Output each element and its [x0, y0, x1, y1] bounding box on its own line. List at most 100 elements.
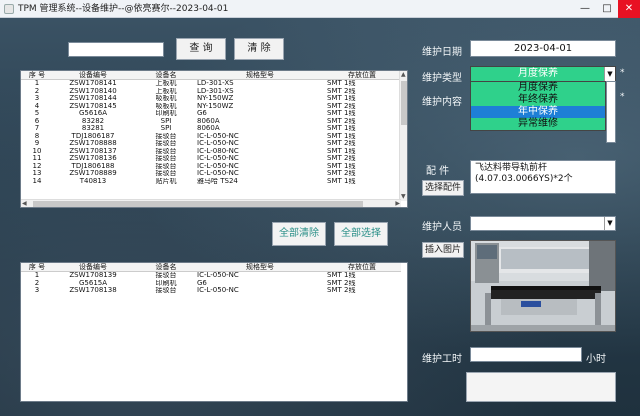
- equipment-table-vscroll[interactable]: ▲ ▼: [399, 71, 407, 201]
- table-cell: SPI: [160, 117, 172, 125]
- maintenance-date-field[interactable]: 2023-04-01: [470, 40, 616, 57]
- table-row[interactable]: 10 ZSW1708137 接驳台 IC-L-080-NC SMT 1线: [21, 148, 401, 156]
- scroll-left-icon[interactable]: ◀: [22, 200, 27, 207]
- conveyor-image: [471, 241, 615, 331]
- table-row[interactable]: 6 83282 SPI 8060A SMT 2线: [21, 118, 401, 126]
- table-cell: SPI: [160, 125, 172, 132]
- column-header[interactable]: 设备编号: [53, 71, 133, 79]
- table-cell: 1: [34, 80, 40, 87]
- table-cell: IC-L-050-NC: [197, 272, 239, 279]
- table-row[interactable]: 7 83281 SPI 8060A SMT 1线: [21, 125, 401, 133]
- table-row[interactable]: 3 ZSW1708144 吸板机 NY-150WZ SMT 1线: [21, 95, 401, 103]
- search-input[interactable]: [68, 42, 164, 57]
- maintenance-person-select[interactable]: ▼: [470, 216, 616, 231]
- scroll-down-icon[interactable]: ▼: [401, 193, 406, 201]
- column-header[interactable]: 规格型号: [197, 71, 323, 79]
- chevron-down-icon[interactable]: ▼: [604, 217, 615, 230]
- table-cell: NY-150WZ: [197, 95, 234, 102]
- table-cell: 接驳台: [155, 132, 177, 140]
- table-cell: IC-L-050-NC: [197, 140, 239, 147]
- scroll-right-icon[interactable]: ▶: [395, 200, 400, 207]
- table-cell: TDJ1806187: [71, 132, 115, 140]
- save-button[interactable]: [466, 372, 616, 402]
- column-header[interactable]: 规格型号: [197, 263, 323, 271]
- table-cell: SMT 2线: [327, 287, 356, 294]
- table-cell: 13: [32, 170, 42, 177]
- required-mark: *: [620, 68, 625, 78]
- clear-all-button[interactable]: 全部清除: [272, 222, 326, 246]
- table-cell: 6: [34, 117, 40, 125]
- maintenance-content-field[interactable]: [606, 81, 616, 143]
- column-header[interactable]: 设备名: [139, 263, 193, 271]
- close-button[interactable]: ✕: [618, 0, 640, 18]
- table-cell: TDJ1806188: [71, 162, 115, 170]
- app-icon: [4, 4, 14, 14]
- table-cell: 8: [34, 132, 40, 140]
- table-cell: ZSW1708139: [69, 272, 117, 279]
- table-row[interactable]: 5 G5616A 印刷机 G6 SMT 1线: [21, 110, 401, 118]
- table-cell: 接驳台: [155, 162, 177, 170]
- scroll-thumb[interactable]: [401, 81, 407, 125]
- table-cell: SMT 2线: [327, 140, 356, 147]
- column-header[interactable]: 设备名: [139, 71, 193, 79]
- table-cell: 83281: [81, 125, 105, 132]
- table-row[interactable]: 1 ZSW1708141 上板机 LD-301-XS SMT 1线: [21, 80, 401, 88]
- table-row[interactable]: 3 ZSW1708138 接驳台 IC-L-050-NC SMT 2线: [21, 287, 401, 295]
- table-cell: ZSW1708889: [69, 170, 117, 177]
- scroll-thumb[interactable]: [33, 201, 363, 207]
- column-header[interactable]: 序 号: [25, 71, 49, 79]
- table-cell: 83282: [81, 117, 105, 125]
- column-header[interactable]: 序 号: [25, 263, 49, 271]
- type-option-midyear[interactable]: 年中保养: [471, 106, 605, 118]
- table-row[interactable]: 11 ZSW1708136 接驳台 IC-L-050-NC SMT 2线: [21, 155, 401, 163]
- maintenance-person-label: 维护人员: [422, 222, 462, 233]
- table-cell: G5615A: [78, 279, 108, 287]
- table-row[interactable]: 1 ZSW1708139 接驳台 IC-L-050-NC SMT 1线: [21, 272, 401, 280]
- table-cell: SMT 1线: [327, 147, 356, 155]
- scroll-up-icon[interactable]: ▲: [401, 71, 406, 79]
- table-cell: 2: [34, 279, 40, 287]
- table-row[interactable]: 2 ZSW1708140 上板机 LD-301-XS SMT 2线: [21, 88, 401, 96]
- maintenance-hours-field[interactable]: [470, 347, 582, 362]
- table-cell: SMT 1线: [327, 95, 356, 102]
- table-header: 序 号设备编号 设备名 规格型号 存放位置: [21, 263, 401, 272]
- table-row[interactable]: 2 G5615A 印刷机 G6 SMT 2线: [21, 280, 401, 288]
- maintenance-type-value: 月度保养: [518, 68, 558, 79]
- table-cell: IC-L-050-NC: [197, 287, 239, 294]
- column-header[interactable]: 存放位置: [327, 263, 397, 271]
- column-header[interactable]: 设备编号: [53, 263, 133, 271]
- table-cell: SMT 1线: [327, 125, 356, 132]
- maximize-button[interactable]: □: [596, 0, 618, 18]
- table-cell: 4: [34, 102, 40, 110]
- minimize-button[interactable]: —: [574, 0, 596, 18]
- table-cell: 贴片机: [155, 177, 177, 185]
- table-row[interactable]: 4 ZSW1708145 吸板机 NY-150WZ SMT 2线: [21, 103, 401, 111]
- type-option-monthly[interactable]: 月度保养: [471, 82, 605, 94]
- parts-field[interactable]: 飞达料带导轨前杆 (4.07.03.0066YS)*2个: [470, 160, 616, 194]
- type-option-annual[interactable]: 年终保养: [471, 94, 605, 106]
- column-header[interactable]: 存放位置: [327, 71, 397, 79]
- table-row[interactable]: 9 ZSW1708888 接驳台 IC-L-050-NC SMT 2线: [21, 140, 401, 148]
- table-cell: SMT 2线: [327, 102, 356, 110]
- table-cell: G6: [197, 279, 207, 287]
- select-all-button[interactable]: 全部选择: [334, 222, 388, 246]
- table-row[interactable]: 8 TDJ1806187 接驳台 IC-L-050-NC SMT 1线: [21, 133, 401, 141]
- type-option-repair[interactable]: 异常维修: [471, 118, 605, 130]
- equipment-table-hscroll[interactable]: ◀ ▶: [21, 199, 401, 207]
- query-button[interactable]: 查 询: [176, 38, 226, 60]
- table-row[interactable]: 12 TDJ1806188 接驳台 IC-L-050-NC SMT 1线: [21, 163, 401, 171]
- table-cell: 吸板机: [155, 95, 177, 102]
- table-row[interactable]: 14 T40813 贴片机 雅马哈 TS24 SMT 1线: [21, 178, 401, 186]
- table-cell: 5: [34, 110, 40, 117]
- table-cell: T40813: [79, 177, 107, 185]
- chevron-down-icon[interactable]: ▼: [604, 67, 615, 81]
- maintenance-type-select[interactable]: 月度保养 ▼: [470, 66, 616, 82]
- select-parts-button[interactable]: 选择配件: [422, 180, 464, 196]
- clear-button[interactable]: 清 除: [234, 38, 284, 60]
- insert-image-button[interactable]: 插入图片: [422, 242, 464, 258]
- table-row[interactable]: 13 ZSW1708889 接驳台 IC-L-050-NC SMT 2线: [21, 170, 401, 178]
- equipment-table: 序 号设备编号 设备名 规格型号 存放位置 1 ZSW1708141 上板机 LD-301-X…: [20, 70, 408, 208]
- table-cell: ZSW1708136: [69, 155, 117, 162]
- table-cell: 接驳台: [155, 147, 177, 155]
- table-cell: ZSW1708145: [69, 102, 117, 110]
